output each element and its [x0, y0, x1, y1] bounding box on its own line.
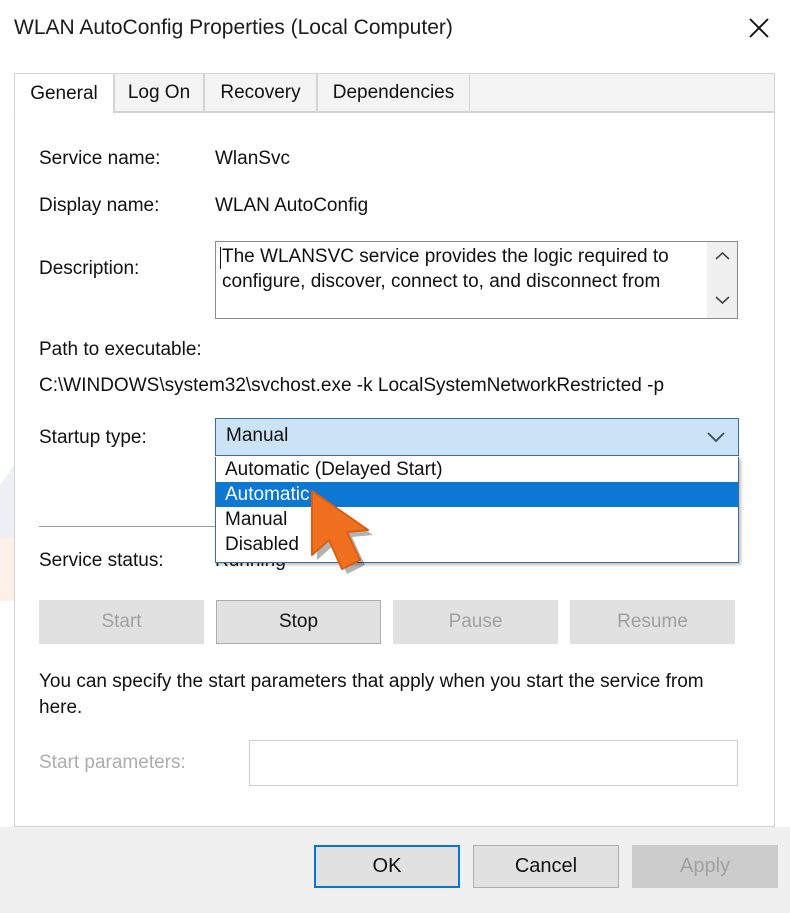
resume-button[interactable]: Resume	[570, 600, 735, 644]
tab-strip: General Log On Recovery Dependencies	[14, 73, 775, 114]
dropdown-option-manual[interactable]: Manual	[216, 507, 738, 532]
tab-recovery[interactable]: Recovery	[204, 73, 317, 112]
path-to-executable-label: Path to executable:	[39, 339, 202, 360]
apply-button[interactable]: Apply	[632, 845, 778, 888]
stop-button[interactable]: Stop	[216, 600, 381, 644]
description-scrollbar[interactable]	[707, 242, 737, 318]
title-bar: WLAN AutoConfig Properties (Local Comput…	[0, 0, 790, 62]
resume-button-label: Resume	[617, 611, 688, 632]
description-label: Description:	[39, 258, 140, 279]
startup-type-selected-value: Manual	[226, 425, 289, 446]
dropdown-option-automatic-delayed[interactable]: Automatic (Delayed Start)	[216, 457, 738, 482]
service-properties-dialog: risk.com WLAN AutoConfig Properties (Loc…	[0, 0, 790, 913]
dropdown-option-disabled[interactable]: Disabled	[216, 532, 738, 557]
service-status-label: Service status:	[39, 550, 164, 571]
pause-button-label: Pause	[448, 611, 503, 632]
tab-log-on-label: Log On	[127, 81, 191, 103]
close-button[interactable]	[736, 8, 782, 48]
description-value: The WLANSVC service provides the logic r…	[222, 246, 669, 293]
service-name-value: WlanSvc	[215, 148, 290, 169]
start-button-label: Start	[101, 611, 142, 632]
tab-strip-filler	[470, 73, 775, 112]
service-name-label: Service name:	[39, 148, 161, 169]
ok-button[interactable]: OK	[314, 845, 460, 888]
tab-dependencies-label: Dependencies	[332, 81, 455, 103]
text-caret	[220, 247, 221, 269]
dropdown-option-automatic[interactable]: Automatic	[216, 482, 738, 507]
startup-type-combobox[interactable]: Manual	[215, 418, 739, 456]
scroll-down-button[interactable]	[707, 286, 737, 318]
chevron-down-icon	[714, 293, 731, 311]
chevron-down-icon	[706, 430, 726, 449]
tab-dependencies[interactable]: Dependencies	[317, 73, 470, 112]
pause-button[interactable]: Pause	[393, 600, 558, 644]
ok-button-label: OK	[372, 855, 402, 877]
tab-recovery-label: Recovery	[220, 81, 301, 103]
scroll-up-button[interactable]	[707, 242, 737, 274]
cancel-button[interactable]: Cancel	[473, 845, 619, 888]
tab-general-label: General	[30, 82, 98, 104]
section-divider	[39, 526, 215, 527]
apply-button-label: Apply	[679, 855, 731, 877]
dialog-footer: OK Cancel Apply	[0, 827, 790, 913]
display-name-value: WLAN AutoConfig	[215, 195, 369, 216]
tab-general[interactable]: General	[14, 73, 114, 114]
cancel-button-label: Cancel	[514, 855, 578, 877]
start-parameters-label: Start parameters:	[39, 752, 186, 773]
path-to-executable-value: C:\WINDOWS\system32\svchost.exe -k Local…	[39, 375, 665, 396]
description-textbox[interactable]: The WLANSVC service provides the logic r…	[215, 241, 738, 319]
stop-button-label: Stop	[278, 611, 319, 632]
close-icon	[747, 16, 771, 40]
chevron-up-icon	[714, 249, 731, 267]
start-parameters-help-text: You can specify the start parameters tha…	[39, 671, 704, 718]
startup-type-dropdown-list[interactable]: Automatic (Delayed Start) Automatic Manu…	[215, 457, 739, 563]
start-parameters-input[interactable]	[249, 740, 738, 786]
tab-log-on[interactable]: Log On	[114, 73, 204, 112]
window-title: WLAN AutoConfig Properties (Local Comput…	[14, 16, 453, 39]
start-button[interactable]: Start	[39, 600, 204, 644]
display-name-label: Display name:	[39, 195, 160, 216]
startup-type-label: Startup type:	[39, 427, 147, 448]
